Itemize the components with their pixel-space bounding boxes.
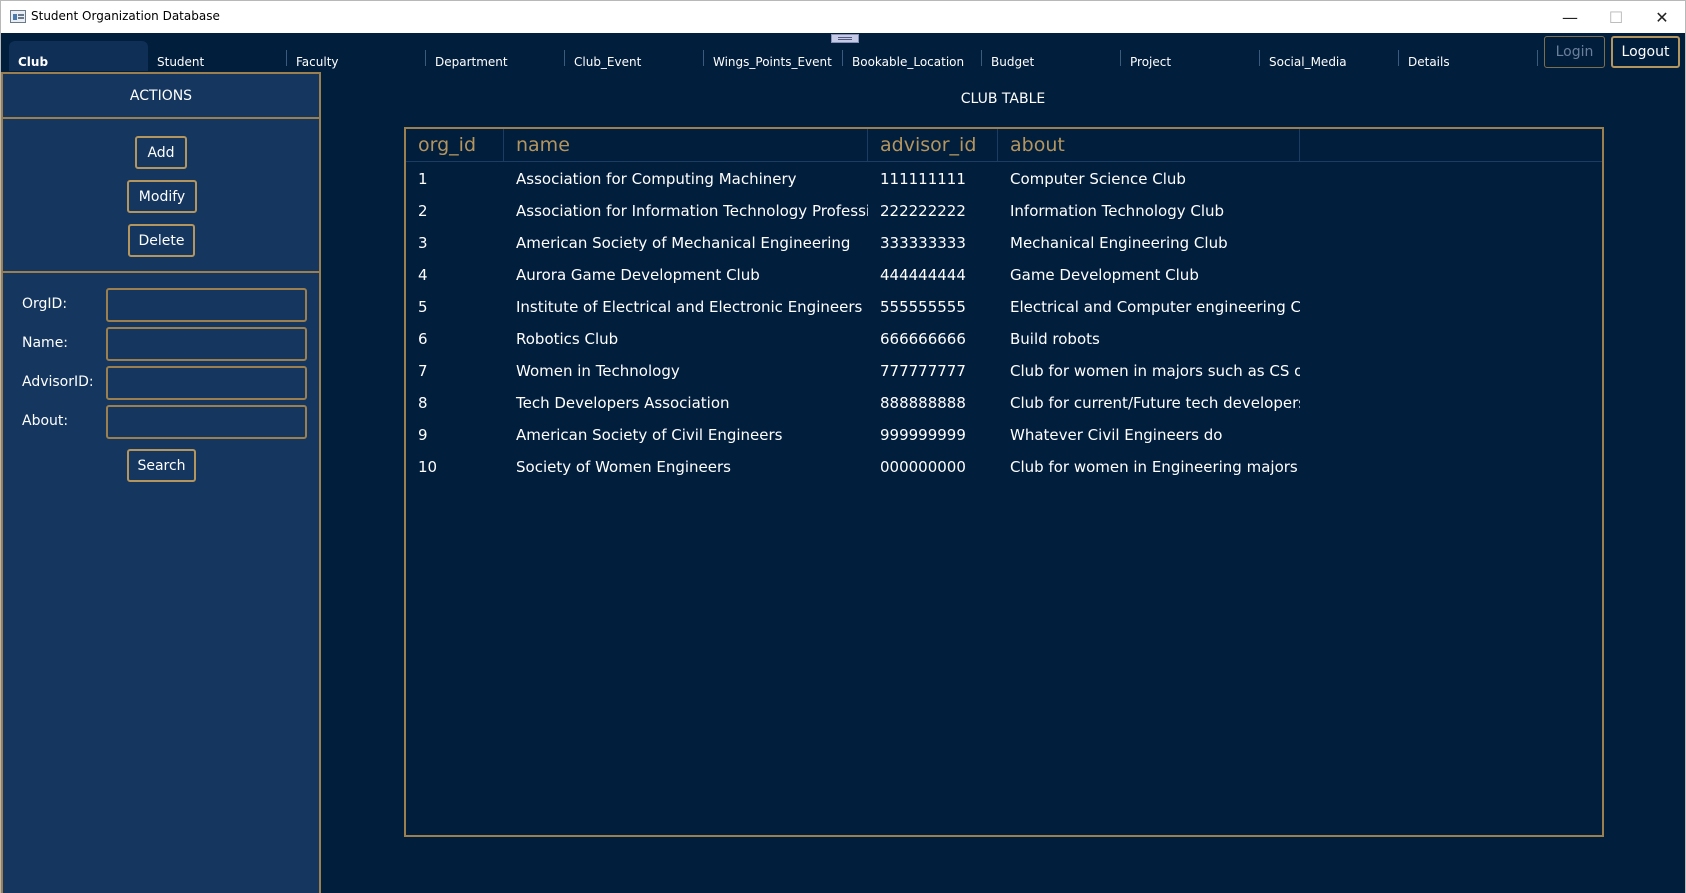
table-row[interactable]: 3 American Society of Mechanical Enginee… xyxy=(406,226,1602,258)
advisorid-input[interactable] xyxy=(106,366,307,400)
main-panel: CLUB TABLE org_id name advisor_id about … xyxy=(321,72,1685,893)
cell-org-id: 5 xyxy=(418,298,428,316)
tab-wings-points-event[interactable]: Wings_Points_Event xyxy=(704,41,843,71)
cell-name: Society of Women Engineers xyxy=(516,458,731,476)
app-window-icon xyxy=(10,10,26,23)
cell-org-id: 9 xyxy=(418,426,428,444)
tab-separator xyxy=(1537,50,1538,66)
cell-about: Build robots xyxy=(1010,330,1100,348)
search-button[interactable]: Search xyxy=(127,449,196,482)
tab-project[interactable]: Project xyxy=(1121,41,1260,71)
cell-name: Association for Computing Machinery xyxy=(516,170,797,188)
cell-org-id: 2 xyxy=(418,202,428,220)
logout-button[interactable]: Logout xyxy=(1611,36,1680,68)
login-button[interactable]: Login xyxy=(1544,36,1605,68)
cell-advisor-id: 999999999 xyxy=(880,426,966,444)
cell-org-id: 3 xyxy=(418,234,428,252)
title-bar[interactable]: Student Organization Database — ☐ ✕ xyxy=(1,1,1685,33)
cell-about: Information Technology Club xyxy=(1010,202,1225,220)
cell-org-id: 8 xyxy=(418,394,428,412)
tab-budget[interactable]: Budget xyxy=(982,41,1121,71)
cell-about: Electrical and Computer engineering Club xyxy=(1010,298,1300,316)
cell-name: Tech Developers Association xyxy=(516,394,730,412)
cell-about: Computer Science Club xyxy=(1010,170,1186,188)
actions-header: ACTIONS xyxy=(3,74,319,119)
cell-name: Aurora Game Development Club xyxy=(516,266,760,284)
sidebar-divider xyxy=(3,271,319,273)
club-table[interactable]: org_id name advisor_id about 1 Associati… xyxy=(404,127,1604,837)
cell-about: Club for women in majors such as CS or I… xyxy=(1010,362,1300,380)
table-row[interactable]: 5 Institute of Electrical and Electronic… xyxy=(406,290,1602,322)
orgid-label: OrgID: xyxy=(22,296,68,312)
tab-bar: Club Student Faculty Department Club_Eve… xyxy=(1,33,1685,71)
tab-student[interactable]: Student xyxy=(148,41,287,71)
cell-org-id: 1 xyxy=(418,170,428,188)
cell-about: Mechanical Engineering Club xyxy=(1010,234,1228,252)
tab-social-media[interactable]: Social_Media xyxy=(1260,41,1399,71)
about-label: About: xyxy=(22,413,69,429)
tab-club[interactable]: Club xyxy=(9,41,148,71)
close-button[interactable]: ✕ xyxy=(1639,1,1685,33)
about-input[interactable] xyxy=(106,405,307,439)
tab-club-event[interactable]: Club_Event xyxy=(565,41,704,71)
tab-department[interactable]: Department xyxy=(426,41,565,71)
cell-about: Whatever Civil Engineers do xyxy=(1010,426,1223,444)
cell-advisor-id: 333333333 xyxy=(880,234,966,252)
name-input[interactable] xyxy=(106,327,307,361)
cell-org-id: 7 xyxy=(418,362,428,380)
maximize-button[interactable]: ☐ xyxy=(1593,1,1639,33)
cell-name: Association for Information Technology P… xyxy=(516,202,868,220)
name-label: Name: xyxy=(22,335,69,351)
cell-advisor-id: 555555555 xyxy=(880,298,966,316)
cell-about: Club for women in Engineering majors xyxy=(1010,458,1298,476)
cell-name: American Society of Mechanical Engineeri… xyxy=(516,234,851,252)
table-title: CLUB TABLE xyxy=(960,91,1046,107)
tab-faculty[interactable]: Faculty xyxy=(287,41,426,71)
cell-name: Institute of Electrical and Electronic E… xyxy=(516,298,863,316)
table-row[interactable]: 1 Association for Computing Machinery 11… xyxy=(406,162,1602,194)
table-row[interactable]: 6 Robotics Club 666666666 Build robots xyxy=(406,322,1602,354)
cell-advisor-id: 777777777 xyxy=(880,362,966,380)
cell-name: Women in Technology xyxy=(516,362,680,380)
table-row[interactable]: 8 Tech Developers Association 888888888 … xyxy=(406,386,1602,418)
cell-advisor-id: 666666666 xyxy=(880,330,966,348)
table-row[interactable]: 4 Aurora Game Development Club 444444444… xyxy=(406,258,1602,290)
cell-advisor-id: 000000000 xyxy=(880,458,966,476)
minimize-button[interactable]: — xyxy=(1547,1,1593,33)
actions-sidebar: ACTIONS Add Modify Delete OrgID: Name: A… xyxy=(1,72,321,893)
column-header-advisor-id[interactable]: advisor_id xyxy=(868,129,998,162)
cell-advisor-id: 444444444 xyxy=(880,266,966,284)
cell-about: Game Development Club xyxy=(1010,266,1199,284)
table-row[interactable]: 10 Society of Women Engineers 000000000 … xyxy=(406,450,1602,482)
window-title: Student Organization Database xyxy=(31,9,220,23)
cell-org-id: 6 xyxy=(418,330,428,348)
delete-button[interactable]: Delete xyxy=(128,224,195,257)
cell-advisor-id: 111111111 xyxy=(880,170,966,188)
app-window: Student Organization Database — ☐ ✕ Club… xyxy=(0,0,1686,893)
cell-about: Club for current/Future tech developers xyxy=(1010,394,1300,412)
column-header-about[interactable]: about xyxy=(998,129,1300,162)
table-header: org_id name advisor_id about xyxy=(406,129,1602,162)
cell-org-id: 4 xyxy=(418,266,428,284)
cell-name: Robotics Club xyxy=(516,330,619,348)
column-header-org-id[interactable]: org_id xyxy=(406,129,504,162)
table-row[interactable]: 2 Association for Information Technology… xyxy=(406,194,1602,226)
column-header-name[interactable]: name xyxy=(504,129,868,162)
tab-bookable-location[interactable]: Bookable_Location xyxy=(843,41,982,71)
orgid-input[interactable] xyxy=(106,288,307,322)
modify-button[interactable]: Modify xyxy=(127,180,197,213)
advisorid-label: AdvisorID: xyxy=(22,374,94,390)
table-row[interactable]: 9 American Society of Civil Engineers 99… xyxy=(406,418,1602,450)
tab-details[interactable]: Details xyxy=(1399,41,1538,71)
cell-name: American Society of Civil Engineers xyxy=(516,426,783,444)
add-button[interactable]: Add xyxy=(135,136,187,169)
cell-advisor-id: 888888888 xyxy=(880,394,966,412)
cell-advisor-id: 222222222 xyxy=(880,202,966,220)
cell-org-id: 10 xyxy=(418,458,438,476)
table-row[interactable]: 7 Women in Technology 777777777 Club for… xyxy=(406,354,1602,386)
